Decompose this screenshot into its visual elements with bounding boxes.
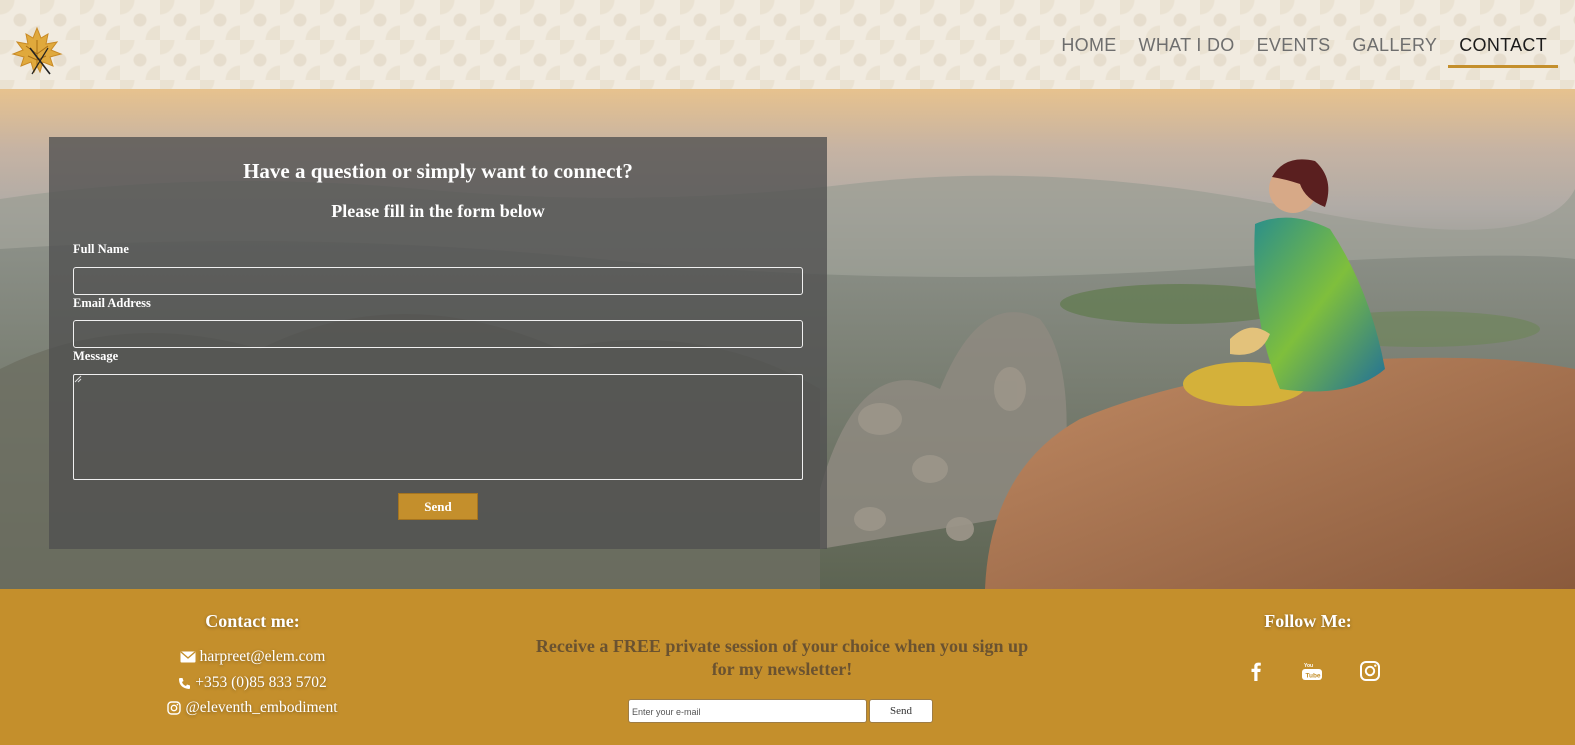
form-subtitle: Please fill in the form below — [331, 201, 545, 221]
contact-instagram-text: @eleventh_embodiment — [185, 699, 338, 716]
youtube-icon[interactable]: You Tube — [1300, 659, 1324, 683]
contact-email-text: harpreet@elem.com — [199, 648, 326, 665]
newsletter-text: Receive a FREE private session of your c… — [535, 636, 1029, 679]
nav-events[interactable]: EVENTS — [1246, 35, 1342, 68]
contact-heading: Contact me: — [205, 611, 300, 631]
contact-instagram[interactable]: @eleventh_embodiment — [120, 699, 385, 717]
message-label: Message — [73, 349, 119, 363]
follow-heading: Follow Me: — [1264, 611, 1352, 631]
nav-what-i-do[interactable]: WHAT I DO — [1128, 35, 1246, 68]
svg-text:You: You — [1304, 663, 1313, 669]
newsletter-send-button[interactable]: Send — [869, 699, 933, 723]
site-footer: Contact me: harpreet@elem.com +353 (0)85… — [0, 589, 1575, 745]
contact-phone[interactable]: +353 (0)85 833 5702 — [120, 674, 385, 692]
email-field[interactable] — [73, 320, 803, 348]
instagram-icon — [167, 701, 182, 715]
svg-text:Tube: Tube — [1306, 673, 1321, 680]
resize-grip-icon[interactable] — [74, 375, 82, 383]
phone-icon — [179, 677, 191, 689]
message-textarea[interactable] — [73, 374, 803, 480]
contact-email[interactable]: harpreet@elem.com — [120, 648, 385, 666]
full-name-field[interactable] — [73, 267, 803, 295]
form-send-button[interactable]: Send — [398, 493, 478, 520]
site-header: HOME WHAT I DO EVENTS GALLERY CONTACT — [0, 0, 1575, 89]
contact-phone-text: +353 (0)85 833 5702 — [195, 674, 327, 691]
main-nav: HOME WHAT I DO EVENTS GALLERY CONTACT — [1050, 35, 1558, 68]
form-title: Have a question or simply want to connec… — [243, 159, 633, 183]
instagram-social-icon[interactable] — [1358, 659, 1382, 683]
facebook-icon[interactable] — [1244, 659, 1268, 683]
email-label: Email Address — [73, 296, 151, 310]
envelope-icon — [180, 651, 196, 663]
contact-form-panel: Have a question or simply want to connec… — [49, 137, 827, 549]
newsletter-email-input[interactable]: Enter your e-mail — [628, 699, 867, 723]
full-name-label: Full Name — [73, 242, 129, 256]
nav-home[interactable]: HOME — [1050, 35, 1127, 68]
nav-contact[interactable]: CONTACT — [1448, 35, 1558, 68]
hero-background: Have a question or simply want to connec… — [0, 89, 1575, 589]
nav-gallery[interactable]: GALLERY — [1341, 35, 1448, 68]
maple-leaf-logo-icon[interactable] — [10, 26, 64, 78]
